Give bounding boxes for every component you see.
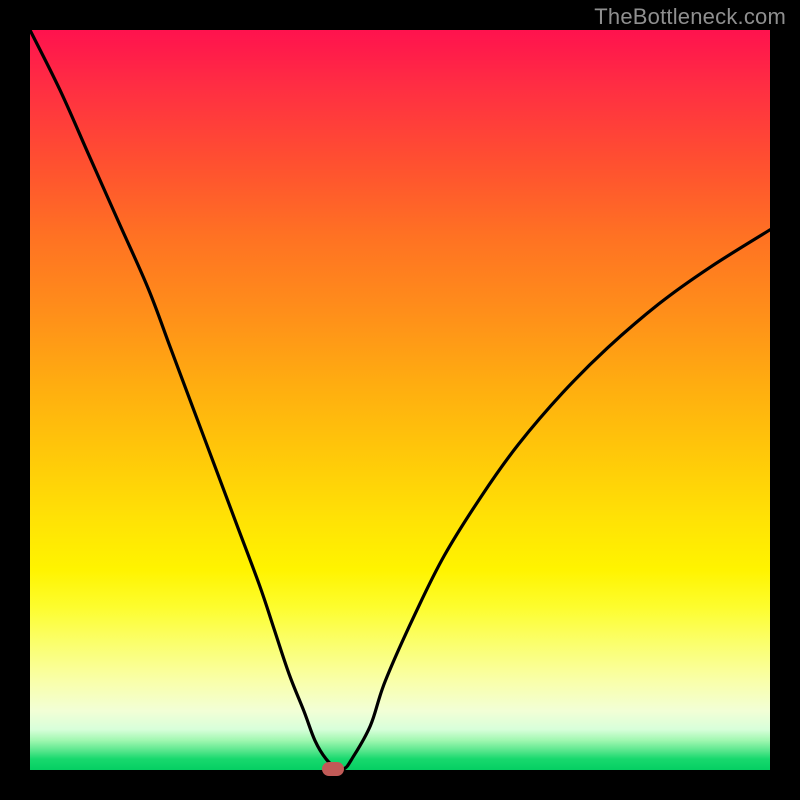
watermark-text: TheBottleneck.com bbox=[594, 4, 786, 30]
optimal-point-marker bbox=[322, 762, 344, 776]
plot-area bbox=[30, 30, 770, 770]
chart-frame: TheBottleneck.com bbox=[0, 0, 800, 800]
bottleneck-curve bbox=[30, 30, 770, 770]
